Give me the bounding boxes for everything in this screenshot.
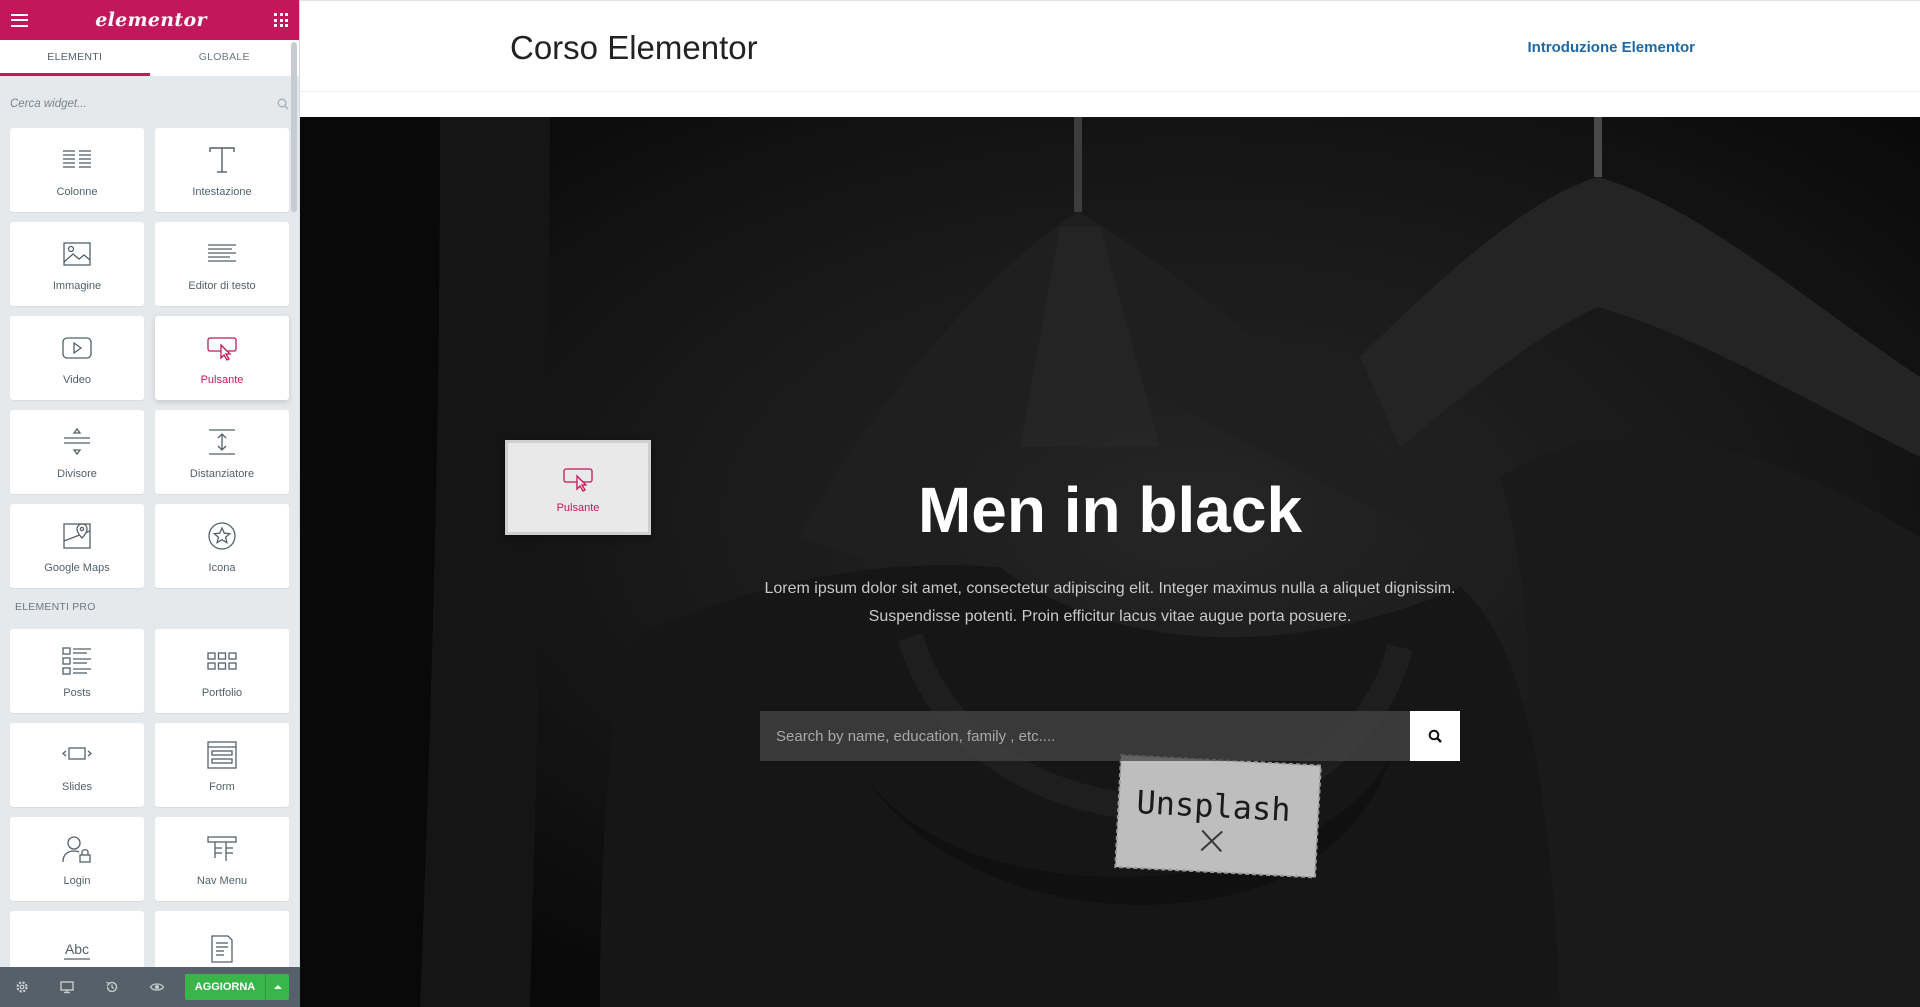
columns-icon: [63, 149, 91, 168]
widget-label: Posts: [63, 686, 91, 699]
tab-elementi[interactable]: ELEMENTI: [0, 40, 150, 76]
widget-google-maps[interactable]: Google Maps: [10, 504, 144, 588]
widget-colonne[interactable]: Colonne: [10, 128, 144, 212]
image-icon: [63, 241, 91, 266]
spacer-icon: [209, 428, 235, 455]
hero-background-image: Unsplash: [300, 117, 1920, 1007]
posts-icon: [62, 646, 91, 675]
text-editor-icon: [208, 243, 236, 262]
widget-label: Colonne: [56, 185, 98, 198]
widget-label: Icona: [208, 561, 236, 574]
update-button[interactable]: AGGIORNA: [185, 974, 265, 1000]
button-icon: [207, 336, 237, 361]
widget-portfolio[interactable]: Portfolio: [155, 629, 289, 713]
elementor-logo: elementor: [95, 9, 207, 31]
pro-section-title: ELEMENTI PRO: [15, 601, 96, 613]
widget-login[interactable]: Login: [10, 817, 144, 901]
nav-menu-icon: [207, 835, 237, 861]
widget-immagine[interactable]: Immagine: [10, 222, 144, 306]
widget-slides[interactable]: Slides: [10, 723, 144, 807]
widget-label: Google Maps: [44, 561, 110, 574]
widget-pulsante[interactable]: Pulsante: [155, 316, 289, 400]
slides-icon: [61, 746, 93, 760]
price-list-icon: [211, 934, 233, 963]
panel-tabs: ELEMENTI GLOBALE: [0, 40, 299, 76]
site-header: Corso Elementor Introduzione Elementor: [300, 0, 1920, 92]
pro-widgets-grid: Posts Portfolio Slides Form Login Nav Me…: [0, 625, 292, 967]
basic-widgets-grid: Colonne Intestazione Immagine Editor di …: [0, 124, 292, 588]
search-icon[interactable]: [277, 98, 289, 110]
widget-editor-di-testo[interactable]: Editor di testo: [155, 222, 289, 306]
history-icon[interactable]: [104, 979, 120, 995]
panel-footer: AGGIORNA: [0, 967, 300, 1007]
hero-section[interactable]: Unsplash Men in black Lorem ipsum dolor …: [300, 117, 1920, 1007]
animated-headline-icon: Abc: [64, 941, 90, 960]
widget-search-input[interactable]: [10, 98, 289, 110]
widget-label: Form: [209, 780, 235, 793]
login-icon: [62, 835, 91, 863]
heading-icon: [209, 146, 235, 173]
widget-video[interactable]: Video: [10, 316, 144, 400]
google-maps-icon: [63, 522, 91, 549]
preview-eye-icon[interactable]: [149, 979, 165, 995]
hero-text-line-1: Lorem ipsum dolor sit amet, consectetur …: [764, 580, 1456, 597]
widget-label: Divisore: [57, 467, 97, 480]
form-icon: [207, 740, 237, 769]
hero-search-input[interactable]: [760, 711, 1410, 761]
widget-animated-headline[interactable]: Abc: [10, 911, 144, 967]
widget-form[interactable]: Form: [155, 723, 289, 807]
widget-label: Nav Menu: [196, 874, 248, 887]
widget-divisore[interactable]: Divisore: [10, 410, 144, 494]
update-options-button[interactable]: [265, 974, 289, 1000]
widget-label: Editor di testo: [188, 279, 256, 292]
search-icon: [1428, 729, 1442, 743]
caret-up-icon: [273, 985, 282, 989]
portfolio-icon: [207, 651, 237, 670]
dragged-widget-pulsante[interactable]: Pulsante: [505, 440, 651, 535]
hero-text-line-2: Suspendisse potenti. Proin efficitur lac…: [868, 608, 1352, 625]
star-icon: [208, 521, 236, 550]
widget-label: Video: [63, 373, 91, 386]
divider-icon: [64, 427, 90, 455]
hero-description[interactable]: Lorem ipsum dolor sit amet, consectetur …: [760, 575, 1460, 631]
widget-label: Slides: [62, 780, 92, 793]
dragged-widget-label: Pulsante: [556, 501, 600, 514]
widget-label: Intestazione: [192, 185, 252, 198]
widget-nav-menu[interactable]: Nav Menu: [155, 817, 289, 901]
widget-posts[interactable]: Posts: [10, 629, 144, 713]
hero-search-button[interactable]: [1410, 711, 1460, 761]
settings-gear-icon[interactable]: [14, 979, 30, 995]
responsive-desktop-icon[interactable]: [59, 979, 75, 995]
widget-label: Portfolio: [201, 686, 243, 699]
nav-link-introduzione[interactable]: Introduzione Elementor: [1527, 39, 1695, 56]
elementor-panel: elementor ELEMENTI GLOBALE Colonne: [0, 0, 300, 1007]
widget-label: Pulsante: [200, 373, 244, 386]
widget-icona[interactable]: Icona: [155, 504, 289, 588]
panel-scrollbar[interactable]: [291, 42, 297, 212]
video-icon: [62, 336, 92, 359]
panel-header: elementor: [0, 0, 299, 40]
svg-text:Abc: Abc: [65, 941, 89, 957]
widget-intestazione[interactable]: Intestazione: [155, 128, 289, 212]
widgets-grid-icon[interactable]: [274, 13, 288, 27]
widgets-list[interactable]: Colonne Intestazione Immagine Editor di …: [0, 124, 292, 967]
hero-search-form: [760, 711, 1460, 761]
widget-label: Distanziatore: [189, 467, 255, 480]
header-spacer: [300, 92, 1920, 117]
widget-label: Login: [63, 874, 91, 887]
widget-label: Immagine: [52, 279, 102, 292]
site-title[interactable]: Corso Elementor: [510, 29, 758, 67]
widget-distanziatore[interactable]: Distanziatore: [155, 410, 289, 494]
menu-hamburger-icon[interactable]: [11, 13, 28, 27]
tab-globale[interactable]: GLOBALE: [150, 40, 300, 76]
button-icon: [563, 467, 593, 492]
widget-price-list[interactable]: [155, 911, 289, 967]
